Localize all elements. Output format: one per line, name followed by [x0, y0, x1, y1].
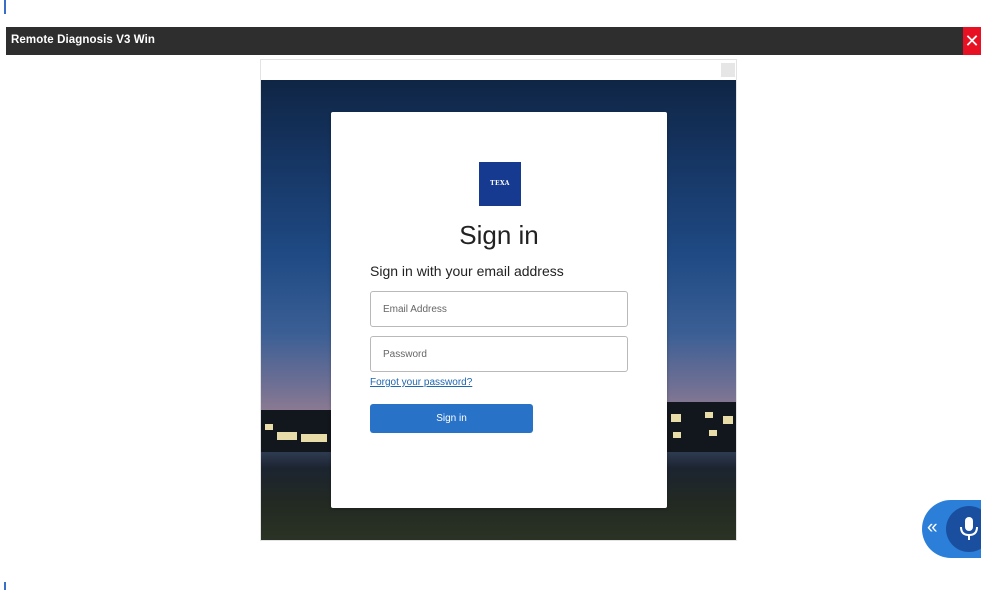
building-left	[261, 410, 333, 452]
double-chevron-left-icon[interactable]: «	[927, 517, 938, 539]
microphone-button[interactable]	[946, 506, 981, 552]
window-title: Remote Diagnosis V3 Win	[11, 34, 156, 46]
building-right	[665, 402, 736, 452]
window-left-edge	[4, 0, 6, 590]
frame-top-strip	[261, 60, 736, 80]
sign-in-heading: Sign in	[459, 220, 539, 250]
sign-in-subheading: Sign in with your email address	[370, 263, 564, 279]
title-bar: Remote Diagnosis V3 Win ✕	[6, 27, 981, 55]
sign-in-button[interactable]: Sign in	[370, 404, 533, 433]
sign-in-card: TEXA Sign in Sign in with your email add…	[331, 112, 667, 508]
close-button[interactable]: ✕	[963, 27, 981, 55]
password-field[interactable]	[370, 336, 628, 372]
texa-logo: TEXA	[479, 162, 521, 206]
email-field[interactable]	[370, 291, 628, 327]
microphone-icon	[960, 517, 978, 540]
frame-scroll-button[interactable]	[721, 63, 735, 77]
voice-assistant-widget[interactable]: «	[922, 500, 981, 558]
forgot-password-link[interactable]: Forgot your password?	[370, 377, 472, 388]
